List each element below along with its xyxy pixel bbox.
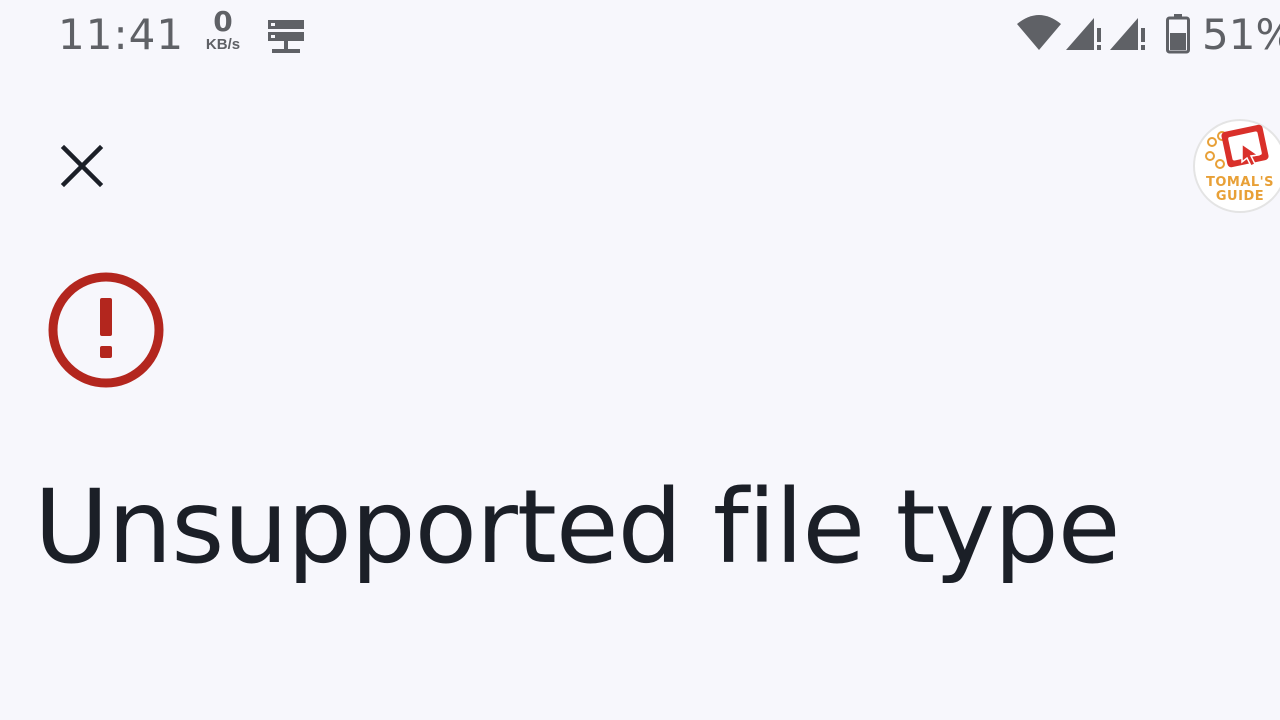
network-speed-unit: KB/s	[205, 36, 241, 53]
close-button[interactable]	[52, 136, 112, 196]
signal-icon	[1064, 14, 1104, 52]
wifi-icon	[1016, 14, 1062, 52]
dialog-title: Unsupported file type	[34, 468, 1120, 587]
logo-text-line1: TOMAL'S	[1205, 175, 1275, 190]
logo-text-line2: GUIDE	[1215, 189, 1265, 204]
watermark-logo: TOMAL'S GUIDE	[1192, 118, 1280, 214]
signal-icon	[1108, 14, 1148, 52]
close-icon	[60, 144, 104, 188]
server-icon	[266, 18, 306, 56]
network-speed-value: 0	[213, 5, 233, 38]
status-time: 11:41	[58, 10, 185, 59]
battery-icon	[1166, 14, 1190, 54]
error-icon	[44, 268, 168, 392]
network-speed: 0 KB/s	[198, 5, 248, 53]
screen: 11:41 0 KB/s 51 TOMAL'S GUIDE Unsupporte…	[0, 0, 1280, 720]
battery-percent: 51%	[1202, 10, 1280, 59]
status-bar: 11:41 0 KB/s 51	[0, 0, 1280, 76]
